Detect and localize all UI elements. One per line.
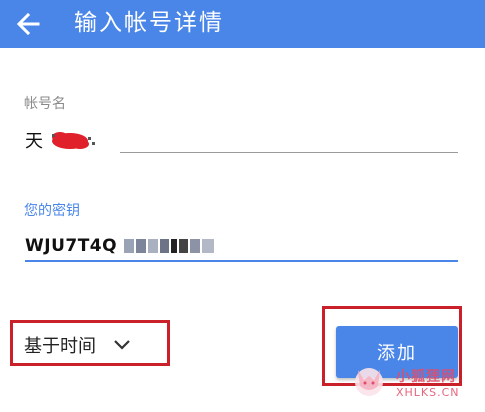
secret-key-blur	[124, 239, 214, 253]
back-button[interactable]	[10, 6, 50, 42]
watermark-url: XHLKS.CN	[396, 386, 460, 399]
arrow-left-icon	[16, 12, 40, 36]
account-name-value: 天	[25, 131, 43, 152]
watermark-text: 小狐狸网	[396, 369, 456, 385]
secret-key-underline	[25, 260, 458, 262]
key-type-label: 基于时间	[24, 336, 96, 357]
key-type-select[interactable]: 基于时间	[24, 331, 132, 359]
secret-key-value: WJU7T4Q	[25, 236, 118, 256]
account-name-underline	[120, 152, 458, 153]
chevron-down-icon	[114, 340, 130, 350]
fox-logo-icon	[355, 368, 383, 396]
redaction-mark	[52, 132, 95, 149]
account-name-label: 帐号名	[24, 96, 66, 112]
secret-key-label: 您的密钥	[24, 203, 80, 219]
app-bar: 输入帐号详情	[0, 0, 485, 48]
page-title: 输入帐号详情	[74, 10, 224, 36]
